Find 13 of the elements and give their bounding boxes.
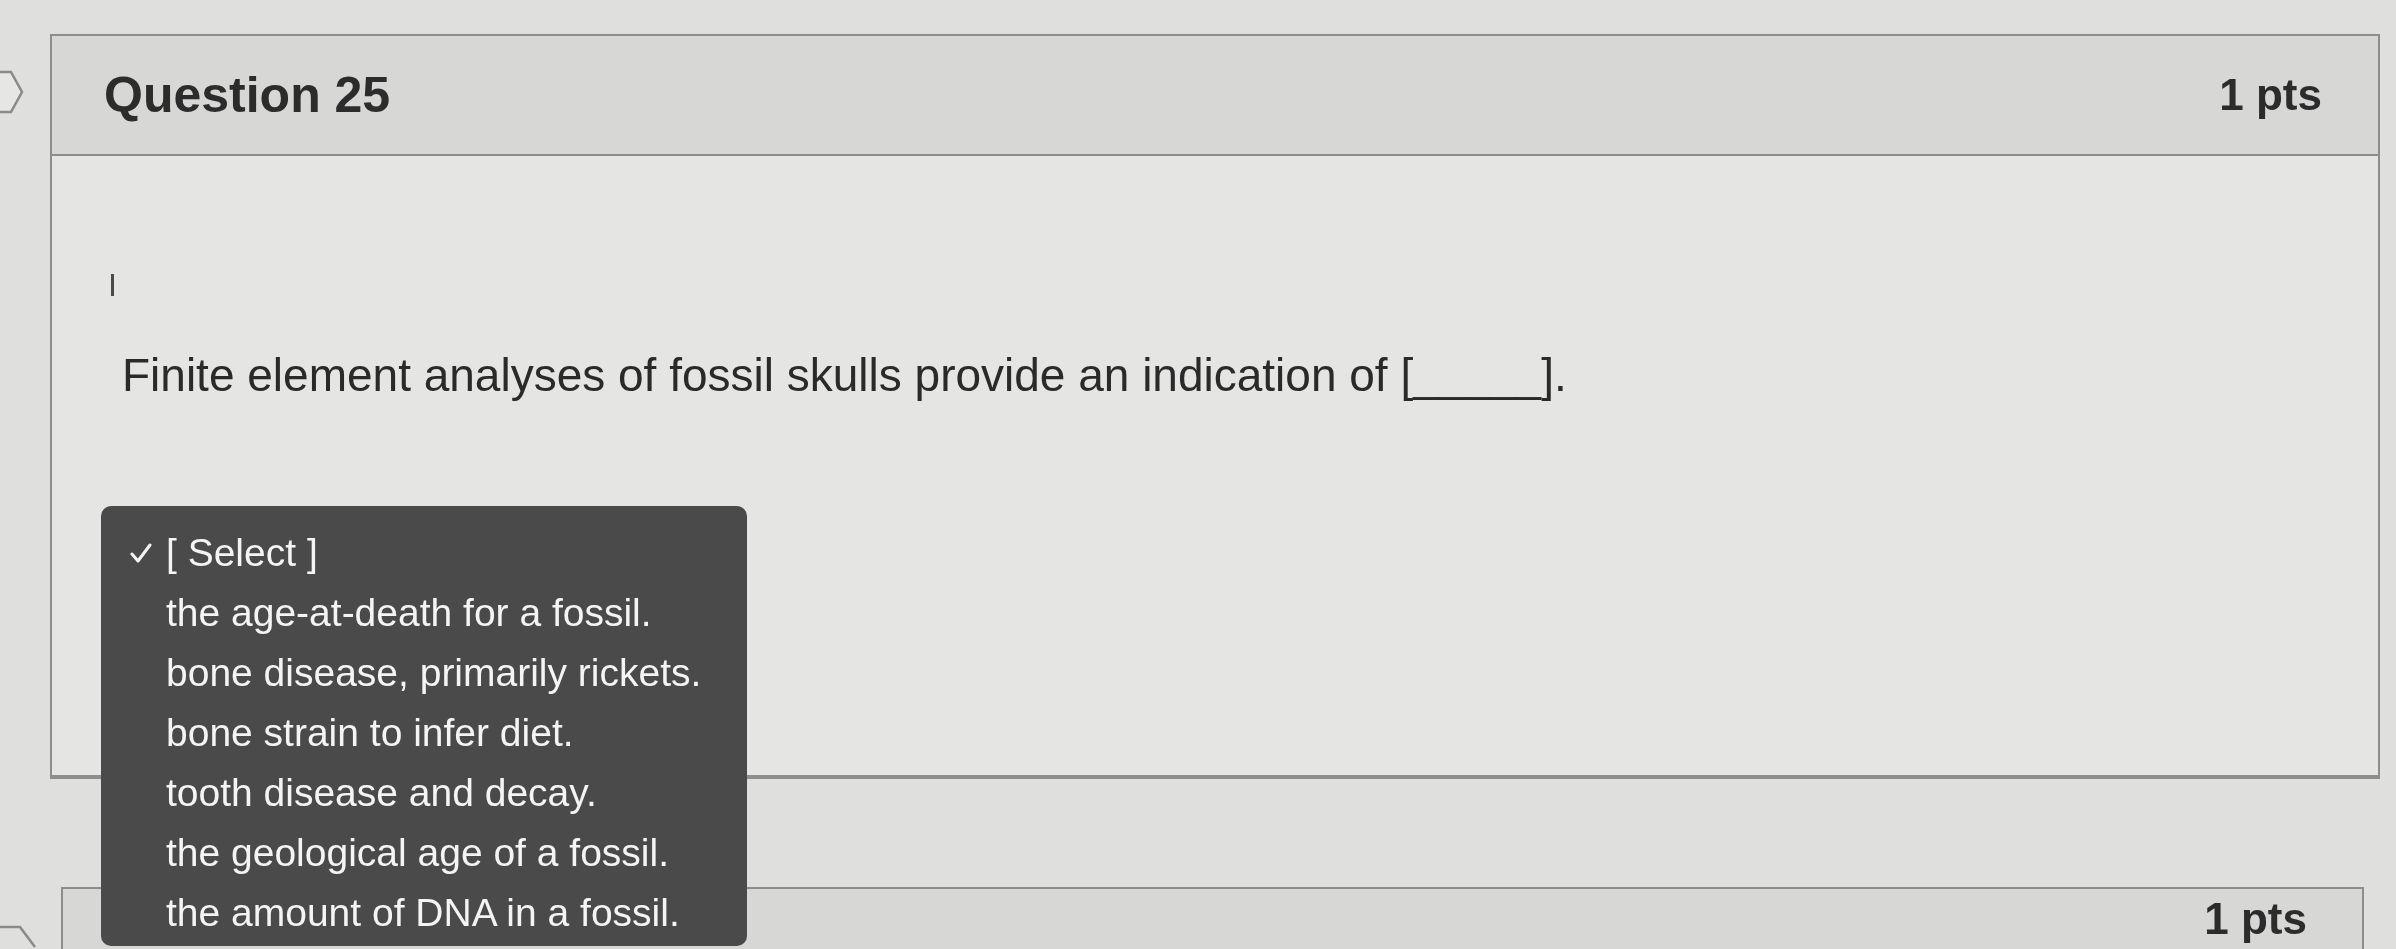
points-label: 1 pts <box>2204 897 2307 941</box>
menu-option[interactable]: bone disease, primarily rickets. <box>101 643 747 703</box>
menu-option[interactable]: the amount of DNA in a fossil. <box>101 883 747 943</box>
menu-option[interactable]: the age-at-death for a fossil. <box>101 583 747 643</box>
menu-option[interactable]: bone strain to infer diet. <box>101 703 747 763</box>
question-text: Finite element analyses of fossil skulls provide an indication of [_____]. <box>122 348 1567 403</box>
points-label: 1 pts <box>2219 73 2322 117</box>
menu-option[interactable]: the geological age of a fossil. <box>101 823 747 883</box>
chevron-tab-icon <box>0 925 36 949</box>
menu-option[interactable]: [ Select ] <box>101 523 747 583</box>
question-title: Question 25 <box>104 66 391 124</box>
menu-option[interactable]: tooth disease and decay. <box>101 763 747 823</box>
text-cursor-icon <box>110 274 115 296</box>
